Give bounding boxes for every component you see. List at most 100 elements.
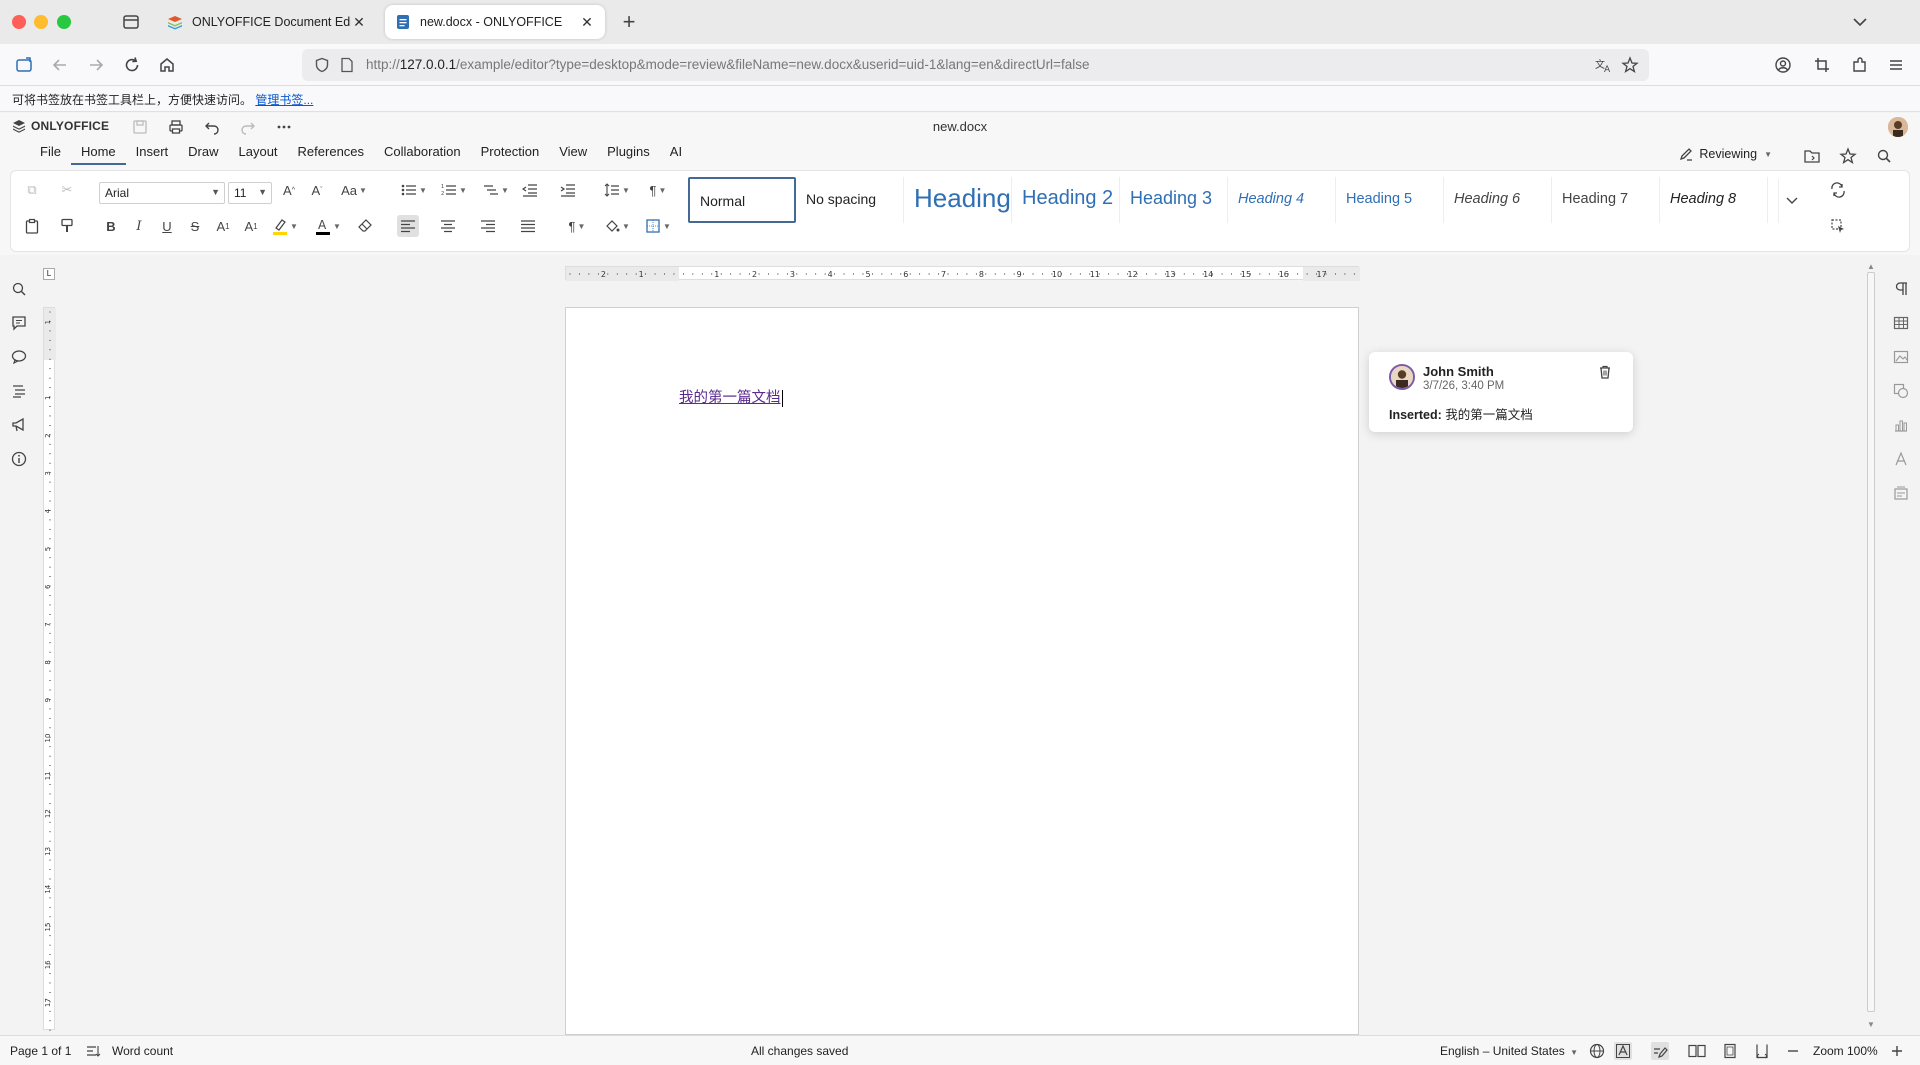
multilevel-list-icon[interactable]: ▼ <box>479 179 513 201</box>
italic-button[interactable]: I <box>128 215 150 237</box>
menu-insert[interactable]: Insert <box>126 143 179 165</box>
vertical-ruler[interactable]: 1 1 2 3 4 5 6 7 8 9 10 11 12 13 14 15 16 17 <box>43 307 56 1031</box>
screenshot-crop-icon[interactable] <box>1810 53 1834 77</box>
style-heading-3[interactable]: Heading 3 <box>1120 177 1228 223</box>
bookmark-star-icon[interactable] <box>1621 56 1639 74</box>
justify-button[interactable] <box>517 215 539 237</box>
change-case-icon[interactable]: Aa ▼ <box>337 179 371 201</box>
document-page[interactable]: 我的第一篇文档 <box>565 307 1359 1035</box>
scrollbar-thumb[interactable] <box>1867 272 1875 1012</box>
search-icon[interactable] <box>1874 146 1894 166</box>
reload-icon[interactable] <box>120 53 144 77</box>
feedback-megaphone-icon[interactable] <box>9 415 29 435</box>
font-color-button[interactable]: A ▼ <box>311 215 345 237</box>
tracked-change-card[interactable]: John Smith 3/7/26, 3:40 PM Inserted: 我的第… <box>1369 352 1633 432</box>
page-info-icon[interactable] <box>340 57 354 73</box>
subscript-button[interactable]: A1 <box>240 215 262 237</box>
language-select[interactable]: English – United States ▼ <box>1440 1044 1578 1058</box>
style-heading-7[interactable]: Heading 7 <box>1552 177 1660 223</box>
font-size-select[interactable]: 11 ▼ <box>228 182 272 204</box>
menu-protection[interactable]: Protection <box>471 143 550 165</box>
user-avatar[interactable] <box>1888 117 1908 137</box>
style-heading-6[interactable]: Heading 6 <box>1444 177 1552 223</box>
open-file-location-icon[interactable] <box>1802 146 1822 166</box>
font-name-select[interactable]: Arial ▼ <box>99 182 225 204</box>
inserted-text[interactable]: 我的第一篇文档 <box>679 386 783 407</box>
cut-icon[interactable]: ✂ <box>56 179 78 201</box>
account-icon[interactable] <box>1771 53 1795 77</box>
style-heading-1[interactable]: Heading 1 <box>904 177 1012 223</box>
replace-icon[interactable] <box>1827 179 1849 201</box>
style-normal[interactable]: Normal <box>688 177 796 223</box>
comments-icon[interactable] <box>9 313 29 333</box>
align-right-button[interactable] <box>477 215 499 237</box>
url-text[interactable]: http://127.0.0.1/example/editor?type=des… <box>366 57 1089 72</box>
paragraph-settings-icon[interactable] <box>1891 279 1911 299</box>
select-all-icon[interactable] <box>1827 215 1849 237</box>
window-close-button[interactable] <box>12 15 26 29</box>
superscript-button[interactable]: A1 <box>212 215 234 237</box>
line-spacing-icon[interactable]: ▼ <box>600 179 634 201</box>
menu-plugins[interactable]: Plugins <box>597 143 660 165</box>
chart-settings-icon[interactable] <box>1891 415 1911 435</box>
track-changes-icon[interactable] <box>1651 1042 1669 1060</box>
multipage-view-icon[interactable] <box>1688 1042 1706 1060</box>
clear-style-icon[interactable] <box>354 215 376 237</box>
word-count-icon[interactable] <box>85 1042 103 1060</box>
scroll-up-icon[interactable]: ▲ <box>1867 262 1875 271</box>
decrease-indent-icon[interactable] <box>519 179 541 201</box>
menu-view[interactable]: View <box>549 143 597 165</box>
forward-arrow-icon[interactable] <box>84 53 108 77</box>
style-heading-5[interactable]: Heading 5 <box>1336 177 1444 223</box>
close-tab-icon[interactable]: ✕ <box>351 14 367 31</box>
style-heading-4[interactable]: Heading 4 <box>1228 177 1336 223</box>
spell-check-icon[interactable] <box>1614 1042 1632 1060</box>
tab-list-icon[interactable] <box>118 10 144 34</box>
nonprinting-characters-icon[interactable]: ¶ ▼ <box>560 215 594 237</box>
extensions-puzzle-icon[interactable] <box>1848 53 1872 77</box>
back-arrow-icon[interactable] <box>48 53 72 77</box>
translate-icon[interactable]: 文A <box>1595 57 1613 73</box>
menu-collaboration[interactable]: Collaboration <box>374 143 471 165</box>
menu-layout[interactable]: Layout <box>229 143 288 165</box>
borders-icon[interactable]: ▼ <box>641 215 675 237</box>
style-heading-8[interactable]: Heading 8 <box>1660 177 1768 223</box>
globe-language-icon[interactable] <box>1588 1042 1606 1060</box>
expand-styles-chevron-icon[interactable] <box>1778 179 1804 223</box>
home-icon[interactable] <box>155 53 179 77</box>
bold-button[interactable]: B <box>100 215 122 237</box>
page-indicator[interactable]: Page 1 of 1 <box>10 1044 71 1058</box>
window-minimize-button[interactable] <box>34 15 48 29</box>
close-tab-icon[interactable]: ✕ <box>579 14 595 31</box>
style-heading-2[interactable]: Heading 2 <box>1012 177 1120 223</box>
strikethrough-button[interactable]: S <box>184 215 206 237</box>
reviewing-mode-dropdown[interactable]: Reviewing ▼ <box>1678 146 1772 162</box>
shading-icon[interactable]: ▼ <box>600 215 634 237</box>
tab-stop-selector[interactable]: L <box>43 268 55 280</box>
underline-button[interactable]: U <box>156 215 178 237</box>
find-search-icon[interactable] <box>9 279 29 299</box>
about-info-icon[interactable] <box>9 449 29 469</box>
browser-tab-new-docx[interactable]: new.docx - ONLYOFFICE ✕ <box>385 5 605 39</box>
form-settings-icon[interactable] <box>1891 483 1911 503</box>
shield-icon[interactable] <box>314 57 330 73</box>
image-settings-icon[interactable] <box>1891 347 1911 367</box>
zoom-out-icon[interactable] <box>1784 1042 1802 1060</box>
delete-trash-icon[interactable] <box>1597 364 1613 380</box>
menu-file[interactable]: File <box>30 143 71 165</box>
increase-font-icon[interactable]: A ^ <box>278 179 300 201</box>
horizontal-ruler[interactable]: 2 1 1 2 3 4 5 6 7 8 9 10 11 12 13 14 15 16 17 <box>565 266 1360 281</box>
chevron-down-icon[interactable] <box>1850 12 1870 32</box>
address-bar[interactable]: http://127.0.0.1/example/editor?type=des… <box>302 49 1649 81</box>
paragraph-settings-icon[interactable]: ¶ ▼ <box>641 179 675 201</box>
menu-draw[interactable]: Draw <box>178 143 228 165</box>
zoom-in-icon[interactable] <box>1888 1042 1906 1060</box>
style-no-spacing[interactable]: No spacing <box>796 177 904 223</box>
fit-width-icon[interactable] <box>1753 1042 1771 1060</box>
menu-home[interactable]: Home <box>70 143 126 165</box>
scroll-down-icon[interactable]: ▼ <box>1867 1020 1875 1029</box>
vertical-scrollbar[interactable]: ▲ ▼ <box>1866 262 1876 1030</box>
zoom-level[interactable]: Zoom 100% <box>1813 1044 1878 1058</box>
word-count-label[interactable]: Word count <box>112 1044 173 1058</box>
increase-indent-icon[interactable] <box>557 179 579 201</box>
